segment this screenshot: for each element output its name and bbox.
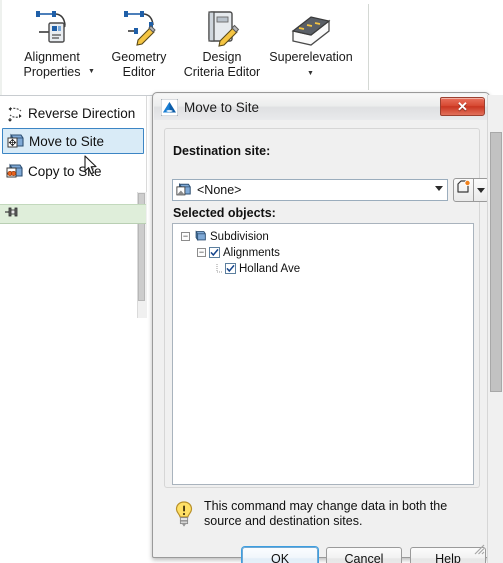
alignment-properties-icon — [6, 6, 98, 50]
menu-label-reverse-direction: Reverse Direction — [28, 105, 136, 121]
tree-node-alignments[interactable]: − Alignments — [197, 245, 473, 260]
menu-item-move-to-site[interactable]: Move to Site — [2, 128, 144, 154]
site-icon — [176, 182, 192, 198]
expander-minus-icon[interactable]: − — [197, 248, 206, 257]
ribbon-button-superelevation[interactable]: Superelevation — [258, 6, 364, 65]
context-menu-panel: Reverse Direction Move to Site Copy to S… — [0, 96, 147, 318]
ok-button[interactable]: OK — [242, 547, 318, 563]
lightbulb-warning-icon — [174, 501, 194, 527]
chevron-down-icon-superelevation[interactable]: ▼ — [307, 70, 314, 77]
move-to-site-icon — [3, 133, 29, 150]
destination-site-combo[interactable]: <None> — [172, 179, 448, 201]
menu-pin-row[interactable] — [0, 204, 146, 224]
ribbon-button-geometry-editor[interactable]: Geometry Editor — [102, 6, 176, 80]
chevron-down-icon-destination[interactable] — [435, 186, 443, 191]
destination-site-label: Destination site: — [173, 144, 271, 158]
warning-message: This command may change data in both the… — [164, 495, 480, 540]
dialog-titlebar[interactable]: Move to Site ✕ — [154, 94, 488, 120]
superelevation-icon — [258, 6, 364, 50]
ribbon-button-design-criteria-editor[interactable]: Design Criteria Editor — [178, 6, 266, 80]
checkbox-holland-ave[interactable] — [225, 263, 236, 274]
tree-label-holland-ave: Holland Ave — [239, 262, 301, 275]
checkbox-alignments[interactable] — [209, 247, 220, 258]
expander-minus-icon[interactable]: − — [181, 232, 190, 241]
menu-label-copy-to-site: Copy to Site — [28, 163, 102, 179]
destination-site-value: <None> — [197, 183, 242, 197]
tree-label-alignments: Alignments — [223, 246, 280, 259]
window-scrollbar-thumb[interactable] — [490, 132, 502, 392]
menu-label-move-to-site: Move to Site — [29, 133, 105, 149]
ribbon-left-edge — [0, 0, 2, 95]
tree-leaf-connector — [213, 264, 222, 273]
copy-to-site-icon — [2, 163, 28, 180]
resize-grip[interactable] — [472, 542, 485, 555]
chevron-down-icon-alignment-properties[interactable]: ▼ — [88, 68, 95, 75]
selected-objects-tree[interactable]: − Subdivision − Alignments Holland Ave — [172, 223, 474, 485]
design-criteria-editor-icon — [178, 6, 266, 50]
selected-objects-label: Selected objects: — [173, 206, 276, 220]
ribbon-panel: Alignment Properties ▼ Geometry Editor D… — [0, 0, 503, 96]
dialog-body: Destination site: <None> Selected object… — [154, 120, 489, 563]
tree-node-subdivision[interactable]: − Subdivision — [181, 229, 473, 244]
ok-button-label: OK — [270, 551, 290, 563]
ribbon-label-alignment-properties: Alignment Properties — [23, 50, 81, 79]
new-site-button[interactable] — [453, 178, 474, 202]
tree-label-subdivision: Subdivision — [210, 230, 269, 243]
site-icon — [193, 230, 207, 243]
ribbon-label-superelevation: Superelevation — [269, 50, 353, 64]
close-button[interactable]: ✕ — [440, 97, 485, 116]
reverse-direction-icon — [2, 105, 28, 122]
menu-item-copy-to-site[interactable]: Copy to Site — [2, 158, 144, 184]
menu-item-reverse-direction[interactable]: Reverse Direction — [2, 100, 144, 126]
chevron-down-icon-new-site — [477, 187, 485, 193]
ribbon-label-geometry-editor: Geometry Editor — [111, 50, 167, 79]
ribbon-label-design-criteria-editor: Design Criteria Editor — [183, 50, 261, 79]
cancel-button-label: Cancel — [344, 551, 384, 563]
geometry-editor-icon — [102, 6, 176, 50]
new-site-icon — [456, 180, 471, 200]
close-icon: ✕ — [457, 99, 468, 114]
warning-text: This command may change data in both the… — [204, 499, 448, 528]
dialog-title: Move to Site — [184, 99, 260, 115]
cancel-button[interactable]: Cancel — [326, 547, 402, 563]
move-to-site-dialog: Move to Site ✕ Destination site: <None> … — [152, 92, 490, 563]
tree-node-holland-ave[interactable]: Holland Ave — [213, 261, 473, 276]
screen: Alignment Properties ▼ Geometry Editor D… — [0, 0, 503, 563]
help-button-label: Help — [435, 551, 461, 563]
autodesk-icon — [160, 98, 179, 116]
ribbon-separator — [368, 4, 369, 90]
ribbon-button-alignment-properties[interactable]: Alignment Properties — [6, 6, 98, 80]
pin-icon — [4, 205, 20, 224]
